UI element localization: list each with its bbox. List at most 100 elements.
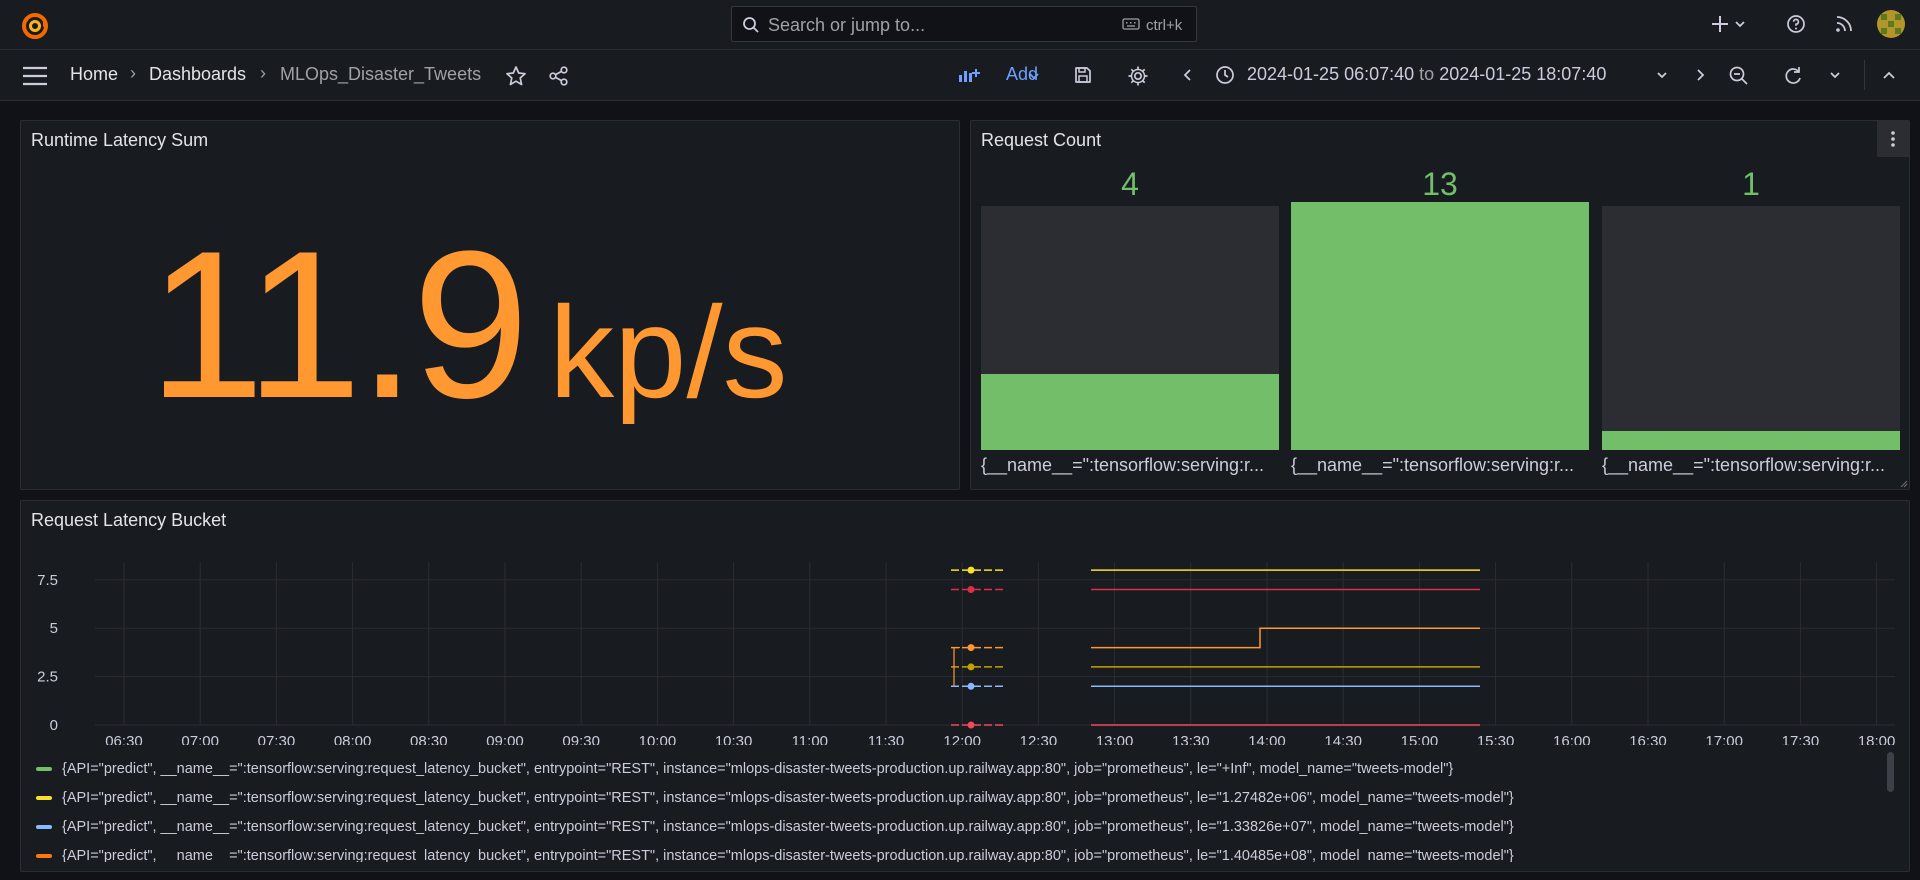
series-line[interactable] xyxy=(1091,627,1480,649)
stat-unit: kp/s xyxy=(549,279,788,425)
x-tick-label: 15:30 xyxy=(1477,733,1515,745)
time-range-to-word: to xyxy=(1419,64,1435,84)
breadcrumb-dashboard-title: MLOps_Disaster_Tweets xyxy=(280,64,482,84)
x-tick-label: 16:30 xyxy=(1629,733,1667,745)
bar-gauge-track xyxy=(1602,206,1900,450)
series-point[interactable] xyxy=(967,644,975,652)
bar-gauge-label: {__name__=":tensorflow:serving:r... xyxy=(1602,455,1886,475)
help-icon[interactable] xyxy=(1786,14,1806,34)
legend-swatch xyxy=(36,854,52,858)
x-tick-label: 17:00 xyxy=(1705,733,1743,745)
chevron-down-icon[interactable] xyxy=(1028,71,1040,81)
breadcrumb-dashboards[interactable]: Dashboards xyxy=(149,64,246,85)
breadcrumb-separator: › xyxy=(260,63,266,83)
share-icon[interactable] xyxy=(548,65,570,87)
keyboard-icon xyxy=(1122,18,1140,30)
legend-swatch xyxy=(36,796,52,800)
zoom-out-icon[interactable] xyxy=(1728,65,1750,87)
x-tick-label: 17:30 xyxy=(1782,733,1820,745)
add-panel-icon xyxy=(959,69,980,82)
x-tick-label: 14:30 xyxy=(1324,733,1362,745)
x-tick-label: 06:30 xyxy=(105,733,143,745)
panel-menu-button[interactable] xyxy=(1877,121,1909,157)
legend-item[interactable]: {API="predict", __name__=":tensorflow:se… xyxy=(62,761,1453,777)
menu-icon[interactable] xyxy=(22,66,48,86)
bar-gauge-fill[interactable] xyxy=(981,373,1279,450)
time-range-from: 2024-01-25 06:07:40 xyxy=(1247,64,1415,84)
grafana-logo-icon[interactable] xyxy=(20,10,50,40)
series-point[interactable] xyxy=(967,663,975,671)
divider xyxy=(1864,60,1865,90)
x-tick-label: 11:30 xyxy=(868,733,904,745)
search-icon xyxy=(743,17,759,33)
save-icon[interactable] xyxy=(1073,65,1093,85)
breadcrumb-separator: › xyxy=(130,63,136,83)
x-tick-label: 10:30 xyxy=(715,733,753,745)
x-tick-label: 18:00 xyxy=(1858,733,1896,745)
kebab-menu-icon xyxy=(1891,131,1895,147)
search-placeholder: Search or jump to... xyxy=(768,15,926,35)
series-point[interactable] xyxy=(967,566,975,574)
x-tick-label: 13:00 xyxy=(1096,733,1134,745)
resize-handle-icon[interactable] xyxy=(1900,480,1908,488)
search-input[interactable]: Search or jump to... ctrl+k xyxy=(731,6,1197,42)
x-tick-label: 09:30 xyxy=(562,733,600,745)
x-tick-label: 12:30 xyxy=(1020,733,1058,745)
bar-gauge-fill[interactable] xyxy=(1291,202,1589,450)
x-tick-label: 16:00 xyxy=(1553,733,1591,745)
time-back-icon[interactable] xyxy=(1182,68,1194,82)
legend-item[interactable]: {API="predict", __name__=":tensorflow:se… xyxy=(62,819,1514,835)
bar-gauge-value: 1 xyxy=(1742,166,1760,202)
x-tick-label: 14:00 xyxy=(1248,733,1286,745)
dashboard-nav-bar: Home › Dashboards › MLOps_Disaster_Tweet… xyxy=(0,50,1920,101)
x-tick-label: 12:00 xyxy=(943,733,981,745)
time-forward-icon[interactable] xyxy=(1694,68,1706,82)
chevron-down-icon[interactable] xyxy=(1656,70,1668,80)
plus-icon[interactable] xyxy=(1710,14,1730,34)
breadcrumb-home[interactable]: Home xyxy=(70,64,118,85)
bar-gauge-label: {__name__=":tensorflow:serving:r... xyxy=(1291,455,1575,475)
x-tick-label: 15:00 xyxy=(1401,733,1439,745)
bar-gauge-label: {__name__=":tensorflow:serving:r... xyxy=(981,455,1265,475)
x-tick-label: 10:00 xyxy=(639,733,677,745)
time-range-to: 2024-01-25 18:07:40 xyxy=(1439,64,1607,84)
refresh-icon[interactable] xyxy=(1782,65,1804,87)
gear-icon[interactable] xyxy=(1127,65,1149,87)
avatar[interactable] xyxy=(1877,10,1905,38)
clock-icon xyxy=(1216,66,1234,84)
top-bar: Search or jump to... ctrl+k xyxy=(0,0,1920,50)
x-tick-label: 08:30 xyxy=(410,733,448,745)
panel-title[interactable]: Request Count xyxy=(981,130,1101,151)
legend-item[interactable]: {API="predict", __name__=":tensorflow:se… xyxy=(62,848,1514,862)
series-point[interactable] xyxy=(967,721,975,729)
series-point[interactable] xyxy=(967,682,975,690)
x-tick-label: 13:30 xyxy=(1172,733,1210,745)
y-tick-label: 2.5 xyxy=(37,669,58,686)
legend-swatch xyxy=(36,767,52,771)
panel-title[interactable]: Runtime Latency Sum xyxy=(31,130,208,151)
rss-icon[interactable] xyxy=(1834,14,1854,34)
bar-gauge-fill[interactable] xyxy=(1602,430,1900,450)
x-tick-label: 07:30 xyxy=(258,733,296,745)
legend-scrollbar[interactable] xyxy=(1887,752,1894,792)
latency-time-series-chart[interactable]: 0 2.5 5 7.5 06:30 07:00 07:30 08:00 08:30 09:00 09… xyxy=(20,540,1910,745)
x-tick-label: 11:00 xyxy=(792,733,828,745)
legend-item[interactable]: {API="predict", __name__=":tensorflow:se… xyxy=(62,790,1514,806)
time-range-picker[interactable]: 2024-01-25 06:07:40 to 2024-01-25 18:07:… xyxy=(1247,64,1606,85)
star-icon[interactable] xyxy=(505,65,527,87)
y-tick-label: 5 xyxy=(50,620,58,637)
panel-title[interactable]: Request Latency Bucket xyxy=(31,510,226,531)
x-tick-label: 08:00 xyxy=(334,733,372,745)
x-tick-label: 07:00 xyxy=(181,733,219,745)
legend-swatch xyxy=(36,825,52,829)
bar-gauge-value: 4 xyxy=(1121,166,1139,202)
series-point[interactable] xyxy=(967,586,975,594)
collapse-icon[interactable] xyxy=(1882,69,1896,81)
chevron-down-icon[interactable] xyxy=(1829,70,1841,80)
chevron-down-icon[interactable] xyxy=(1734,19,1746,29)
y-tick-label: 0 xyxy=(50,717,58,734)
search-shortcut: ctrl+k xyxy=(1146,17,1183,34)
stat-number: 11.9 xyxy=(148,207,529,442)
bar-gauge-value: 13 xyxy=(1422,166,1458,202)
x-tick-label: 09:00 xyxy=(486,733,524,745)
